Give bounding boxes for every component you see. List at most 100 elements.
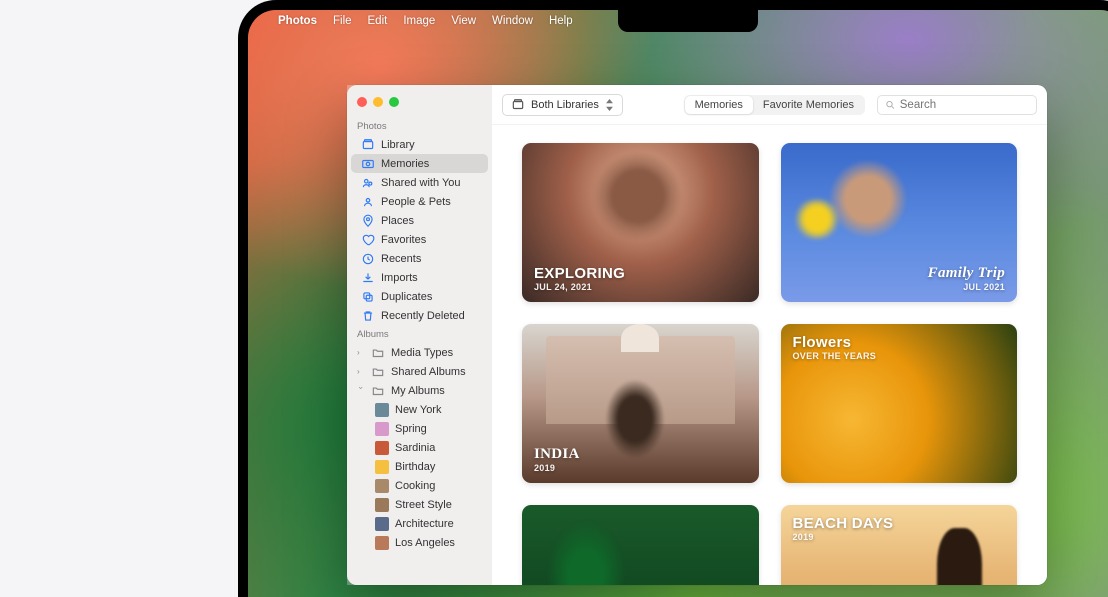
sidebar-item-my-albums[interactable]: › My Albums <box>351 381 488 400</box>
search-icon <box>885 99 896 111</box>
photo-subject <box>546 520 626 585</box>
sidebar-item-recents[interactable]: Recents <box>351 249 488 268</box>
sidebar-item-label: Sardinia <box>395 442 435 454</box>
memory-card-beach-days[interactable]: BEACH DAYS 2019 <box>781 505 1018 586</box>
photo-subject <box>593 151 683 241</box>
folder-icon <box>371 365 385 379</box>
close-window-button[interactable] <box>357 97 367 107</box>
sidebar-album-los-angeles[interactable]: Los Angeles <box>351 533 488 552</box>
shared-icon <box>361 176 375 190</box>
sidebar-album-sardinia[interactable]: Sardinia <box>351 438 488 457</box>
sidebar-album-street-style[interactable]: Street Style <box>351 495 488 514</box>
folder-icon <box>371 346 385 360</box>
menu-help[interactable]: Help <box>549 15 573 27</box>
sidebar-item-label: Favorites <box>381 234 426 246</box>
sidebar-item-label: Los Angeles <box>395 537 455 549</box>
trash-icon <box>361 309 375 323</box>
memory-title: Family Trip <box>928 265 1005 282</box>
sidebar-item-label: Imports <box>381 272 418 284</box>
memories-grid-container[interactable]: EXPLORING JUL 24, 2021 Family Trip JUL 2… <box>492 125 1047 585</box>
menu-window[interactable]: Window <box>492 15 533 27</box>
memory-title: EXPLORING <box>534 265 747 282</box>
sidebar-item-label: Shared with You <box>381 177 461 189</box>
photo-dome <box>621 324 659 353</box>
memory-card-india[interactable]: INDIA 2019 <box>522 324 759 483</box>
photos-window: Photos Library Memories Shared with You … <box>347 85 1047 585</box>
photo-flowers <box>792 199 842 239</box>
segment-favorite-memories[interactable]: Favorite Memories <box>753 96 864 114</box>
sidebar-item-shared-with-you[interactable]: Shared with You <box>351 173 488 192</box>
library-selector[interactable]: Both Libraries <box>502 94 623 116</box>
library-selector-label: Both Libraries <box>531 99 599 111</box>
menu-app-name[interactable]: Photos <box>278 15 317 27</box>
chevron-right-icon: › <box>357 367 365 376</box>
sidebar-item-people-pets[interactable]: People & Pets <box>351 192 488 211</box>
album-thumbnail <box>375 441 389 455</box>
memory-card-flowers[interactable]: Flowers OVER THE YEARS <box>781 324 1018 483</box>
window-controls <box>347 93 492 117</box>
album-thumbnail <box>375 498 389 512</box>
memory-card-exploring[interactable]: EXPLORING JUL 24, 2021 <box>522 143 759 302</box>
album-thumbnail <box>375 460 389 474</box>
memory-card-family-trip[interactable]: Family Trip JUL 2021 <box>781 143 1018 302</box>
segment-memories[interactable]: Memories <box>685 96 753 114</box>
sidebar-album-cooking[interactable]: Cooking <box>351 476 488 495</box>
folder-icon <box>371 384 385 398</box>
memory-title: BEACH DAYS <box>793 515 1006 532</box>
minimize-window-button[interactable] <box>373 97 383 107</box>
sidebar-item-recently-deleted[interactable]: Recently Deleted <box>351 306 488 325</box>
sidebar-album-birthday[interactable]: Birthday <box>351 457 488 476</box>
memory-subtitle: JUL 2021 <box>963 282 1005 292</box>
menu-image[interactable]: Image <box>403 15 435 27</box>
sidebar-item-label: Duplicates <box>381 291 432 303</box>
sidebar-item-label: Spring <box>395 423 427 435</box>
sidebar-album-spring[interactable]: Spring <box>351 419 488 438</box>
sidebar-item-label: Architecture <box>395 518 454 530</box>
toolbar: Both Libraries Memories Favorite Memorie… <box>492 85 1047 125</box>
menu-edit[interactable]: Edit <box>368 15 388 27</box>
album-thumbnail <box>375 422 389 436</box>
chevron-right-icon: › <box>357 348 365 357</box>
search-input[interactable] <box>900 99 1029 111</box>
menu-file[interactable]: File <box>333 15 352 27</box>
sidebar-item-imports[interactable]: Imports <box>351 268 488 287</box>
sidebar-album-architecture[interactable]: Architecture <box>351 514 488 533</box>
sidebar: Photos Library Memories Shared with You … <box>347 85 492 585</box>
view-segmented-control: Memories Favorite Memories <box>684 95 865 115</box>
sidebar-item-label: Places <box>381 215 414 227</box>
zoom-window-button[interactable] <box>389 97 399 107</box>
sidebar-item-label: Birthday <box>395 461 435 473</box>
menu-view[interactable]: View <box>451 15 476 27</box>
sidebar-item-label: Library <box>381 139 415 151</box>
memories-icon <box>361 157 375 171</box>
chevron-down-icon: › <box>357 387 366 395</box>
sidebar-item-label: My Albums <box>391 385 445 397</box>
clock-icon <box>361 252 375 266</box>
album-thumbnail <box>375 536 389 550</box>
library-icon <box>361 138 375 152</box>
libraries-icon <box>511 98 525 112</box>
updown-chevron-icon <box>605 99 614 111</box>
import-icon <box>361 271 375 285</box>
sidebar-section-photos: Photos <box>347 117 492 135</box>
sidebar-item-shared-albums[interactable]: › Shared Albums <box>351 362 488 381</box>
duplicates-icon <box>361 290 375 304</box>
memory-subtitle: JUL 24, 2021 <box>534 282 747 292</box>
sidebar-item-label: Shared Albums <box>391 366 466 378</box>
sidebar-item-places[interactable]: Places <box>351 211 488 230</box>
sidebar-item-label: Cooking <box>395 480 435 492</box>
places-icon <box>361 214 375 228</box>
memory-card-summer[interactable]: Summer 2017 <box>522 505 759 586</box>
sidebar-item-label: New York <box>395 404 441 416</box>
sidebar-item-memories[interactable]: Memories <box>351 154 488 173</box>
heart-icon <box>361 233 375 247</box>
search-field[interactable] <box>877 95 1037 115</box>
sidebar-item-library[interactable]: Library <box>351 135 488 154</box>
main-content: Both Libraries Memories Favorite Memorie… <box>492 85 1047 585</box>
sidebar-section-albums: Albums <box>347 325 492 343</box>
sidebar-item-favorites[interactable]: Favorites <box>351 230 488 249</box>
album-thumbnail <box>375 479 389 493</box>
sidebar-album-new-york[interactable]: New York <box>351 400 488 419</box>
sidebar-item-duplicates[interactable]: Duplicates <box>351 287 488 306</box>
sidebar-item-media-types[interactable]: › Media Types <box>351 343 488 362</box>
